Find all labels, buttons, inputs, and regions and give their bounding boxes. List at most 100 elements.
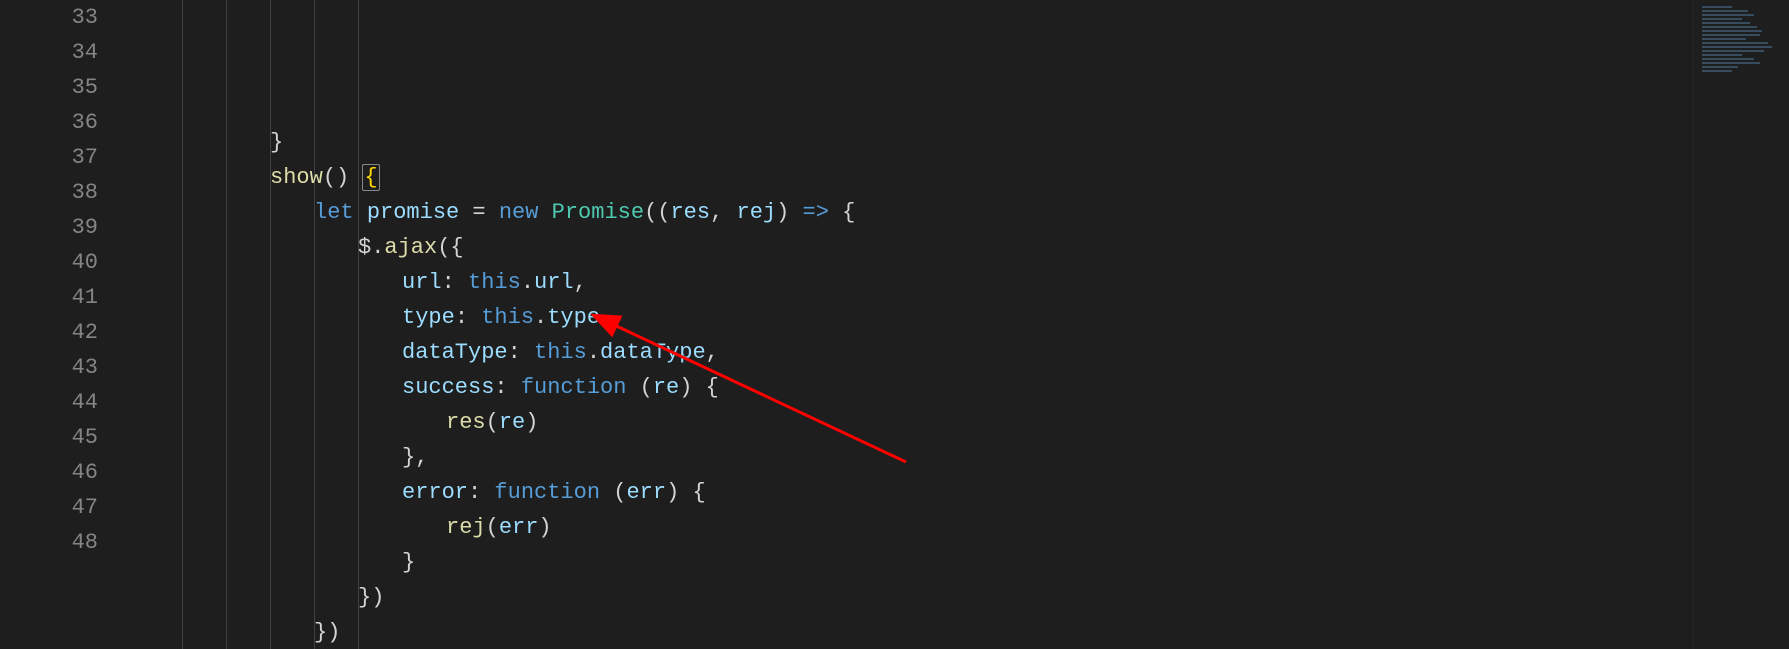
line-number: 38 — [20, 175, 98, 210]
line-number: 41 — [20, 280, 98, 315]
token: , — [574, 270, 587, 295]
editor-left-margin — [0, 0, 20, 649]
minimap[interactable] — [1693, 0, 1789, 649]
line-number: 40 — [20, 245, 98, 280]
token: promise — [367, 200, 459, 225]
token: . — [371, 235, 384, 260]
token: , — [706, 340, 719, 365]
code-line[interactable]: $.ajax({ — [138, 230, 1693, 265]
token: this — [468, 270, 521, 295]
token: , — [600, 305, 613, 330]
line-number: 47 — [20, 490, 98, 525]
line-number-gutter: 33343536373839404142434445464748 — [20, 0, 120, 649]
token: function — [521, 375, 640, 400]
token: let — [314, 200, 367, 225]
token: new — [499, 200, 552, 225]
token: res — [446, 410, 486, 435]
token: ) { — [679, 375, 719, 400]
line-number: 36 — [20, 105, 98, 140]
code-line[interactable]: success: function (re) { — [138, 370, 1693, 405]
line-number: 37 — [20, 140, 98, 175]
token: success — [402, 375, 494, 400]
code-line[interactable]: type: this.type, — [138, 300, 1693, 335]
token: this — [481, 305, 534, 330]
token: err — [626, 480, 666, 505]
token: res — [670, 200, 710, 225]
token: . — [534, 305, 547, 330]
token: : — [508, 340, 534, 365]
line-number: 43 — [20, 350, 98, 385]
code-editor[interactable]: 33343536373839404142434445464748 }show()… — [0, 0, 1789, 649]
line-number: 35 — [20, 70, 98, 105]
line-number: 44 — [20, 385, 98, 420]
token: re — [499, 410, 525, 435]
code-line[interactable]: }) — [138, 580, 1693, 615]
token: Promise — [552, 200, 644, 225]
line-number: 34 — [20, 35, 98, 70]
token: () — [323, 165, 349, 190]
code-line[interactable]: rej(err) — [138, 510, 1693, 545]
line-number: 42 — [20, 315, 98, 350]
token: ) { — [666, 480, 706, 505]
token: }, — [402, 445, 428, 470]
code-line[interactable]: res(re) — [138, 405, 1693, 440]
code-line[interactable]: show() { — [138, 160, 1693, 195]
token: : — [455, 305, 481, 330]
token: dataType — [600, 340, 706, 365]
code-area[interactable]: }show() {let promise = new Promise((res,… — [138, 0, 1693, 649]
line-number: 33 — [20, 0, 98, 35]
token: rej — [446, 515, 486, 540]
code-line[interactable]: error: function (err) { — [138, 475, 1693, 510]
token: ( — [640, 375, 653, 400]
token: rej — [737, 200, 777, 225]
token: } — [402, 550, 415, 575]
code-line[interactable]: } — [138, 545, 1693, 580]
token: : — [494, 375, 520, 400]
line-number: 48 — [20, 525, 98, 560]
code-line[interactable]: dataType: this.dataType, — [138, 335, 1693, 370]
fold-strip — [120, 0, 138, 649]
token: => — [803, 200, 829, 225]
token: : — [468, 480, 494, 505]
token: . — [587, 340, 600, 365]
token: function — [494, 480, 613, 505]
token: re — [653, 375, 679, 400]
token: show — [270, 165, 323, 190]
line-number: 45 — [20, 420, 98, 455]
token: $ — [358, 235, 371, 260]
token: error — [402, 480, 468, 505]
token: this — [534, 340, 587, 365]
code-line[interactable]: } — [138, 125, 1693, 160]
token: ( — [486, 515, 499, 540]
token: type — [402, 305, 455, 330]
code-line[interactable]: let promise = new Promise((res, rej) => … — [138, 195, 1693, 230]
token: ) — [776, 200, 802, 225]
line-number: 39 — [20, 210, 98, 245]
token: : — [442, 270, 468, 295]
token: { — [829, 200, 855, 225]
token: ) — [525, 410, 538, 435]
code-line[interactable]: }, — [138, 440, 1693, 475]
token: url — [402, 270, 442, 295]
token: (( — [644, 200, 670, 225]
line-number: 46 — [20, 455, 98, 490]
token: dataType — [402, 340, 508, 365]
code-line[interactable]: }) — [138, 615, 1693, 649]
minimap-canvas — [1694, 0, 1789, 649]
token: ajax — [384, 235, 437, 260]
token: { — [362, 164, 379, 191]
token: url — [534, 270, 574, 295]
token: err — [499, 515, 539, 540]
token: ( — [486, 410, 499, 435]
token: = — [459, 200, 499, 225]
token — [349, 165, 362, 190]
token: ( — [613, 480, 626, 505]
token: } — [270, 130, 283, 155]
code-line[interactable]: url: this.url, — [138, 265, 1693, 300]
token: }) — [314, 620, 340, 645]
token: . — [521, 270, 534, 295]
token: type — [547, 305, 600, 330]
token: , — [710, 200, 736, 225]
token: ({ — [437, 235, 463, 260]
token: ) — [538, 515, 551, 540]
